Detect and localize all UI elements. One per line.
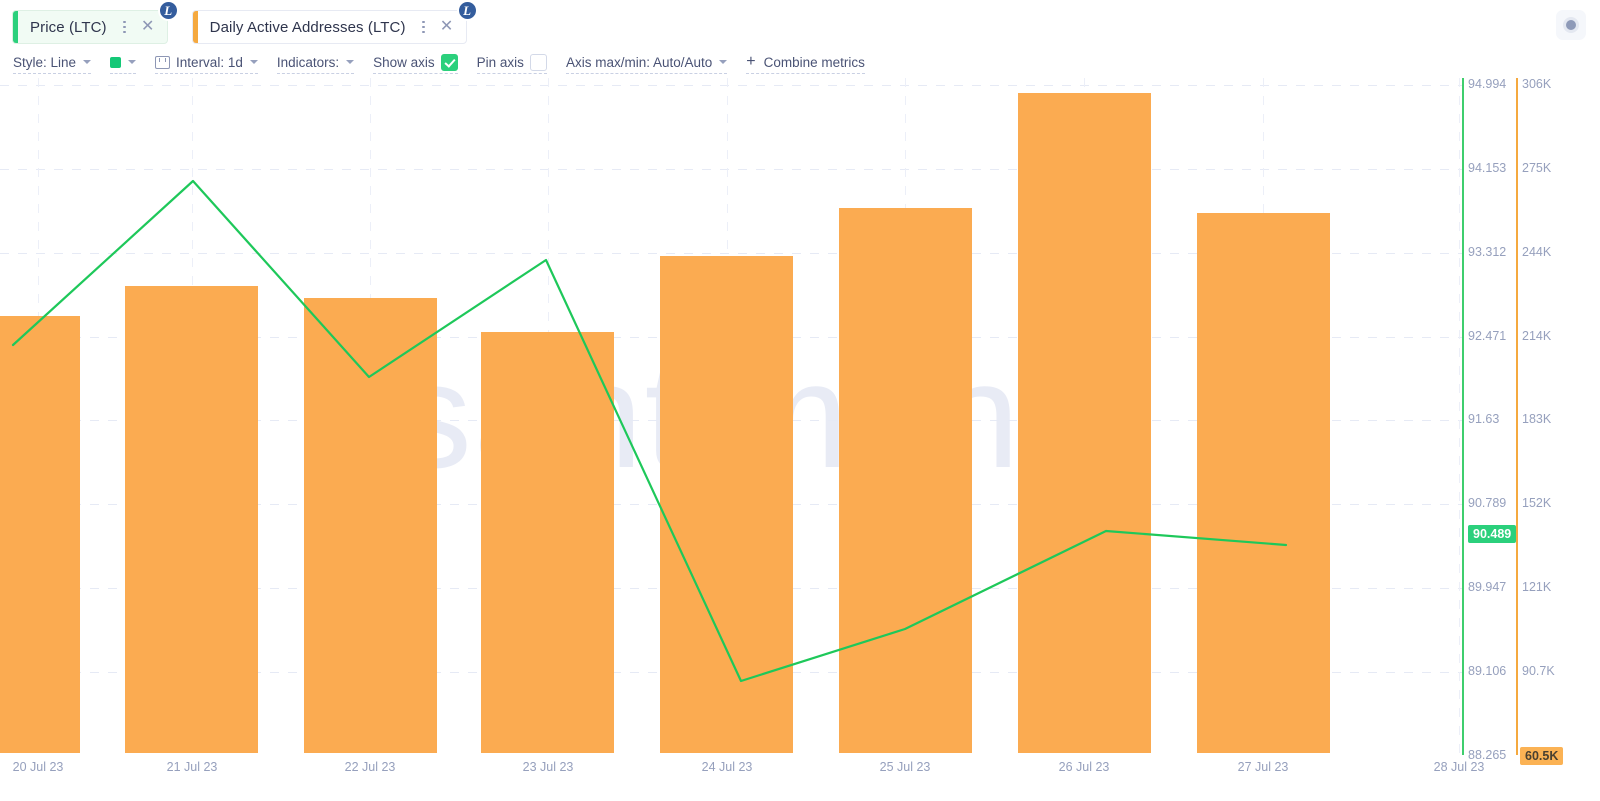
line-series-price	[11, 179, 1288, 683]
x-axis-tick-label: 21 Jul 23	[166, 760, 218, 774]
axis-minmax-label: Axis max/min: Auto/Auto	[565, 54, 713, 70]
price-axis-tick-label: 93.312	[1468, 245, 1507, 259]
tab-menu-icon[interactable]	[117, 17, 133, 37]
style-selector[interactable]: Style: Line	[13, 52, 92, 74]
plus-icon: +	[746, 53, 756, 70]
x-axis-tick-label: 20 Jul 23	[12, 760, 64, 774]
show-axis-toggle[interactable]: Show axis	[373, 52, 458, 74]
combine-metrics-label: Combine metrics	[763, 54, 865, 70]
style-label: Style: Line	[13, 54, 77, 70]
x-axis-tick-label: 22 Jul 23	[344, 760, 396, 774]
show-axis-checkbox[interactable]	[440, 53, 458, 71]
daa-axis-tick-label: 275K	[1522, 161, 1552, 175]
daa-axis-tick-label: 90.7K	[1522, 664, 1555, 678]
litecoin-badge-icon: L	[456, 0, 478, 21]
color-selector[interactable]	[110, 52, 137, 74]
plot-region[interactable]: santiment	[0, 78, 1462, 753]
price-axis-tick-label: 94.994	[1468, 77, 1507, 91]
interval-label: Interval: 1d	[176, 54, 243, 70]
tab-price-ltc[interactable]: Price (LTC) ✕ L	[12, 0, 179, 44]
tab-close-icon[interactable]: ✕	[436, 16, 458, 38]
daa-axis-tick-label: 214K	[1522, 329, 1552, 343]
avatar	[1563, 17, 1579, 33]
tab-menu-icon[interactable]	[416, 17, 432, 37]
price-axis-tick-label: 89.106	[1468, 664, 1507, 678]
chevron-down-icon	[346, 60, 355, 64]
tab-bar: Price (LTC) ✕ L Daily Active Addresses (…	[0, 0, 1600, 48]
x-axis-tick-label: 27 Jul 23	[1237, 760, 1289, 774]
daa-axis-tick-label: 121K	[1522, 580, 1552, 594]
tab-close-icon[interactable]: ✕	[137, 16, 159, 38]
daa-axis-tick-label: 306K	[1522, 77, 1552, 91]
x-axis-tick-label: 23 Jul 23	[522, 760, 574, 774]
interval-selector[interactable]: Interval: 1d	[155, 52, 258, 74]
tab-label: Price (LTC)	[30, 18, 107, 36]
daa-axis-tick-label: 183K	[1522, 412, 1552, 426]
price-axis-tick-label: 94.153	[1468, 161, 1507, 175]
x-axis-tick-label: 28 Jul 23	[1433, 760, 1485, 774]
litecoin-badge-icon: L	[157, 0, 179, 21]
x-axis-tick-label: 24 Jul 23	[701, 760, 753, 774]
axis-minmax-selector[interactable]: Axis max/min: Auto/Auto	[565, 52, 728, 74]
color-swatch-icon	[110, 56, 122, 68]
chart-control-bar: Style: Line Interval: 1d Indicators: Sho…	[0, 48, 1600, 78]
price-axis-tick-label: 90.789	[1468, 496, 1507, 510]
price-axis-tick-label: 92.471	[1468, 329, 1507, 343]
chart-area[interactable]: santiment 94.994 94.153 93.312 92.471 91.63 9…	[0, 77, 1600, 801]
x-axis-tick-label: 25 Jul 23	[879, 760, 931, 774]
pin-axis-checkbox[interactable]	[529, 53, 547, 71]
chevron-down-icon	[719, 60, 728, 64]
chevron-down-icon	[83, 60, 92, 64]
user-avatar-button[interactable]	[1556, 10, 1586, 40]
show-axis-label: Show axis	[373, 54, 435, 70]
price-axis-line	[1462, 78, 1464, 755]
combine-metrics-button[interactable]: + Combine metrics	[746, 52, 865, 74]
daa-axis-line	[1516, 78, 1518, 755]
indicators-selector[interactable]: Indicators:	[276, 52, 355, 74]
indicators-label: Indicators:	[276, 54, 340, 70]
tab-label: Daily Active Addresses (LTC)	[209, 18, 406, 36]
chevron-down-icon	[128, 60, 137, 64]
tab-daily-active-addresses-ltc[interactable]: Daily Active Addresses (LTC) ✕ L	[191, 0, 478, 44]
daa-current-value-tag: 60.5K	[1520, 747, 1564, 765]
x-axis-tick-label: 26 Jul 23	[1058, 760, 1110, 774]
price-axis-tick-label: 89.947	[1468, 580, 1507, 594]
chevron-down-icon	[249, 60, 258, 64]
daa-axis-tick-label: 244K	[1522, 245, 1552, 259]
pin-axis-toggle[interactable]: Pin axis	[476, 52, 547, 74]
pin-axis-label: Pin axis	[476, 54, 524, 70]
price-axis-tick-label: 91.63	[1468, 412, 1500, 426]
daa-axis-tick-label: 152K	[1522, 496, 1552, 510]
price-current-value-tag: 90.489	[1468, 525, 1517, 543]
interval-icon	[155, 55, 171, 69]
